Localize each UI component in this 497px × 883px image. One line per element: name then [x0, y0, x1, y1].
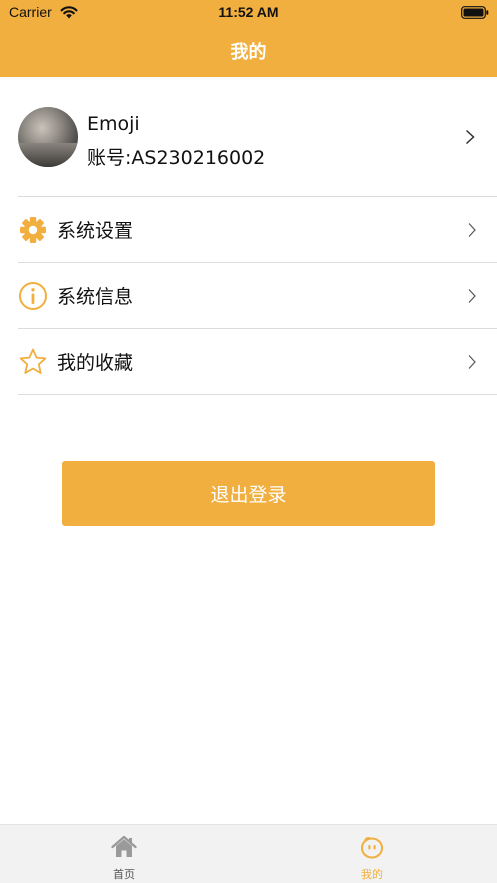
profile-account: 账号:AS230216002 [87, 147, 266, 169]
star-icon [19, 348, 47, 374]
avatar-photo-horizon [18, 143, 78, 167]
menu-item-label: 系统信息 [57, 286, 134, 308]
menu-item-info[interactable]: 系统信息 [0, 263, 497, 329]
menu-item-settings[interactable]: 系统设置 [0, 197, 497, 263]
profile-row[interactable]: Emoji 账号:AS230216002 [0, 97, 497, 177]
divider [18, 394, 497, 395]
avatar[interactable] [18, 107, 78, 167]
tab-bar: 首页 我的 [0, 824, 497, 883]
profile-name: Emoji [87, 113, 140, 135]
top-bar: Carrier 11:52 AM 我的 [0, 0, 497, 77]
tab-label: 我的 [361, 868, 383, 881]
logout-button[interactable]: 退出登录 [62, 461, 435, 526]
chevron-right-icon [468, 355, 476, 369]
status-bar: Carrier 11:52 AM [0, 0, 497, 26]
chevron-right-icon [468, 289, 476, 303]
menu-item-label: 我的收藏 [57, 352, 134, 374]
home-icon [111, 835, 137, 857]
gear-icon [20, 217, 46, 243]
battery-icon [461, 6, 489, 19]
tab-label: 首页 [113, 868, 135, 881]
status-time: 11:52 AM [218, 4, 279, 20]
tab-profile[interactable]: 我的 [248, 825, 496, 883]
menu-item-favorites[interactable]: 我的收藏 [0, 329, 497, 395]
chevron-right-icon [465, 129, 475, 145]
tab-home[interactable]: 首页 [0, 825, 248, 883]
face-icon [361, 837, 383, 859]
menu-item-label: 系统设置 [57, 220, 134, 242]
info-icon [19, 282, 47, 310]
chevron-right-icon [468, 223, 476, 237]
page-title: 我的 [230, 42, 267, 63]
